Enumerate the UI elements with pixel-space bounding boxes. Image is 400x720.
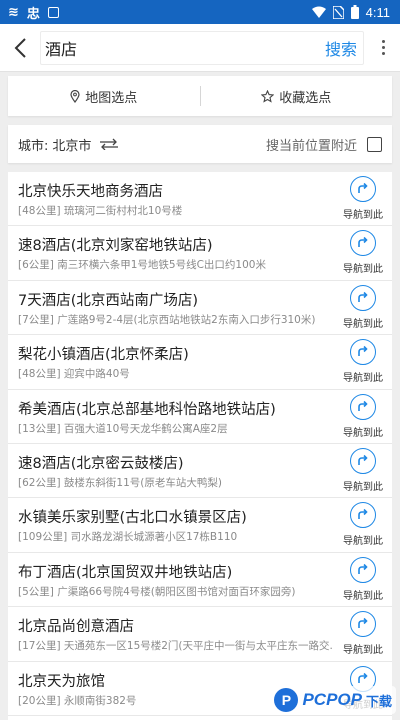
result-item[interactable]: 希美酒店(北京总部基地科怡路地铁站店) [13公里] 百强大道10号天龙华鹤公寓A…: [8, 390, 392, 444]
navigate-here-button[interactable]: 导航到此: [340, 176, 386, 221]
result-address: [48公里] 迎宾中路40号: [18, 368, 130, 381]
result-item[interactable]: 水镇美乐家别墅(古北口水镇景区店) [109公里] 司水路龙湖长城源著小区17栋B…: [8, 498, 392, 553]
navigate-label: 导航到此: [343, 373, 383, 385]
navigate-arrow-icon: [350, 393, 376, 420]
navigate-here-button[interactable]: 导航到此: [340, 447, 386, 493]
navigate-label: 导航到此: [343, 427, 383, 439]
watermark-logo: P: [274, 688, 299, 712]
navigate-here-button[interactable]: 导航到此: [340, 230, 386, 275]
result-list: 北京快乐天地商务酒店 [48公里] 琉璃河二街村村北10号楼 导航到此 速8酒店(北京…: [8, 172, 392, 720]
navigate-label: 导航到此: [343, 264, 383, 276]
navigate-label: 导航到此: [343, 481, 383, 493]
result-item[interactable]: 速8酒店(北京密云鼓楼店) [62公里] 鼓楼东斜街11号(原老车站大鸭梨) 导航到…: [8, 444, 392, 499]
result-item[interactable]: 7天酒店(北京西站南广场店) [7公里] 广莲路9号2-4层(北京西站地铁站2东南…: [8, 281, 392, 336]
navigate-label: 导航到此: [343, 210, 383, 221]
result-address: [6公里] 南三环横六条甲1号地铁5号线C出口约100米: [18, 259, 266, 272]
favorite-pick-button[interactable]: 收藏选点: [201, 87, 393, 106]
city-label: 城市:: [18, 138, 49, 154]
result-address: [20公里] 永顺南街382号: [18, 694, 137, 707]
search-bar: 搜索: [0, 24, 400, 72]
navigate-label: 导航到此: [343, 318, 383, 330]
wifi-icon: [311, 6, 326, 18]
more-options-icon[interactable]: [372, 40, 394, 55]
result-item[interactable]: 北京快乐天地商务酒店 [48公里] 琉璃河二街村村北10号楼 导航到此: [8, 172, 392, 227]
star-icon: [261, 89, 275, 103]
navigate-label: 导航到此: [343, 590, 383, 602]
navigate-arrow-icon: [350, 611, 376, 638]
location-pin-icon: [70, 89, 80, 103]
watermark-text-cn: 下载: [365, 694, 392, 710]
result-address: [48公里] 琉璃河二街村村北10号楼: [18, 205, 183, 217]
navigate-here-button[interactable]: 导航到此: [340, 393, 386, 439]
result-name: 北京品尚创意酒店: [18, 619, 134, 636]
swap-city-icon[interactable]: [99, 138, 119, 150]
clock: 4:11: [365, 4, 390, 20]
watermark: P PCPOP 下载: [270, 686, 396, 714]
no-sim-icon: [332, 5, 344, 19]
watermark-text: PCPOP: [302, 690, 362, 709]
search-input[interactable]: [41, 38, 319, 57]
app-box-icon: [47, 6, 59, 18]
nearby-checkbox[interactable]: [367, 136, 382, 152]
battery-icon: [350, 5, 359, 19]
notification-icon: ≋: [8, 4, 19, 20]
result-item[interactable]: 布丁酒店(北京国贸双井地铁站店) [5公里] 广渠路66号院4号楼(朝阳区图书馆对…: [8, 553, 392, 608]
navigate-label: 导航到此: [343, 536, 383, 548]
map-pick-label: 地图选点: [85, 90, 138, 106]
result-name: 北京天为旅馆: [18, 673, 105, 690]
result-name: 希美酒店(北京总部基地科怡路地铁站店): [18, 401, 276, 418]
nearby-search-label: 搜当前位置附近: [265, 138, 357, 154]
app-notification-icon: 忠: [26, 6, 40, 22]
navigate-here-button[interactable]: 导航到此: [340, 611, 386, 656]
status-bar: ≋ 忠 4:11: [0, 0, 400, 24]
result-name: 速8酒店(北京刘家窑地铁站店): [18, 238, 213, 255]
result-item[interactable]: 速8酒店(北京刘家窑地铁站店) [6公里] 南三环横六条甲1号地铁5号线C出口约1…: [8, 226, 392, 281]
result-name: 7天酒店(北京西站南广场店): [18, 292, 199, 309]
result-address: [5公里] 广渠路66号院4号楼(朝阳区图书馆对面百环家园旁): [18, 585, 296, 598]
navigate-arrow-icon: [350, 284, 376, 311]
favorite-pick-label: 收藏选点: [279, 90, 332, 106]
result-name: 速8酒店(北京密云鼓楼店): [18, 455, 184, 472]
navigate-arrow-icon: [350, 502, 376, 529]
navigate-here-button[interactable]: 导航到此: [340, 502, 386, 547]
result-item[interactable]: 梨花小镇酒店(北京怀柔店) [48公里] 迎宾中路40号 导航到此: [8, 335, 392, 390]
navigate-arrow-icon: [350, 556, 376, 583]
result-address: [17公里] 天通苑东一区15号楼2门(天平庄中一街与太平庄东一路交...: [18, 640, 333, 653]
result-name: 梨花小镇酒店(北京怀柔店): [18, 347, 189, 364]
result-name: 水镇美乐家别墅(古北口水镇景区店): [18, 510, 247, 527]
result-item[interactable]: 北京品尚创意酒店 [17公里] 天通苑东一区15号楼2门(天平庄中一街与太平庄东一…: [8, 607, 392, 662]
navigate-arrow-icon: [350, 447, 376, 474]
result-address: [7公里] 广莲路9号2-4层(北京西站地铁站2东南入口步行310米): [18, 313, 316, 326]
result-name: 北京快乐天地商务酒店: [18, 184, 163, 200]
result-address: [13公里] 百强大道10号天龙华鹤公寓A座2层: [18, 422, 228, 435]
search-button[interactable]: 搜索: [319, 36, 363, 60]
city-bar: 城市: 北京市 搜当前位置附近: [8, 125, 392, 163]
navigate-label: 导航到此: [343, 645, 383, 657]
result-name: 布丁酒店(北京国贸双井地铁站店): [18, 564, 233, 581]
map-pick-button[interactable]: 地图选点: [8, 87, 200, 106]
search-box: 搜索: [40, 30, 364, 65]
navigate-arrow-icon: [350, 230, 376, 257]
navigate-arrow-icon: [350, 176, 376, 202]
navigate-here-button[interactable]: 导航到此: [340, 339, 386, 384]
city-value[interactable]: 北京市: [52, 135, 91, 154]
result-address: [109公里] 司水路龙湖长城源著小区17栋B110: [18, 531, 238, 544]
navigate-arrow-icon: [350, 339, 376, 366]
back-arrow-icon: [14, 37, 26, 58]
result-address: [62公里] 鼓楼东斜街11号(原老车站大鸭梨): [18, 476, 222, 489]
navigate-here-button[interactable]: 导航到此: [340, 556, 386, 602]
pick-bar: 地图选点 收藏选点: [8, 76, 392, 116]
navigate-here-button[interactable]: 导航到此: [340, 284, 386, 330]
back-button[interactable]: [0, 24, 40, 72]
